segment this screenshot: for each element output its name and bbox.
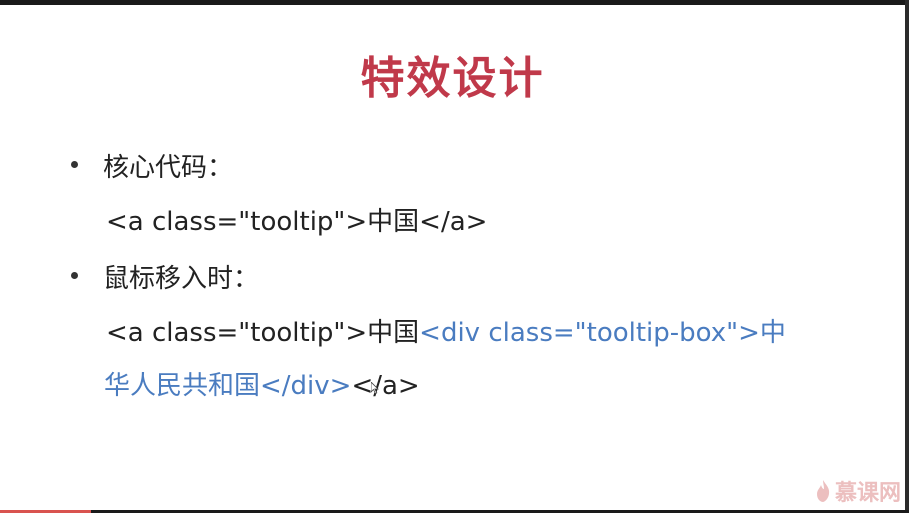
code-segment: <a class="tooltip">中国</a>: [106, 207, 488, 237]
slide-title: 特效设计: [360, 53, 545, 104]
code-line: <a class="tooltip">中国<div class="tooltip…: [106, 312, 786, 349]
top-border: [0, 0, 909, 5]
bullet-label-mouse-over: 鼠标移入时：: [103, 264, 260, 294]
flame-icon: [816, 480, 830, 502]
code-line: <a class="tooltip">中国</a>: [106, 201, 487, 238]
logo-text: 慕课网: [834, 481, 901, 506]
code-segment: <a class="tooltip">中国: [106, 318, 420, 348]
code-segment-highlight: <div class="tooltip-box">中: [419, 318, 786, 348]
bullet-label-core-code: 核心代码：: [103, 153, 234, 183]
bullet-dot: [71, 272, 78, 279]
code-segment-highlight: 华人民共和国</div>: [104, 371, 352, 401]
bullet-dot: [71, 161, 78, 168]
watermark-logo: 慕课网: [815, 475, 901, 507]
slide-frame: 特效设计 核心代码： <a class="tooltip">中国</a> 鼠标移…: [0, 0, 909, 513]
right-border: [905, 0, 909, 513]
mouse-cursor-icon: [371, 382, 379, 394]
code-segment: </a>: [351, 371, 420, 401]
